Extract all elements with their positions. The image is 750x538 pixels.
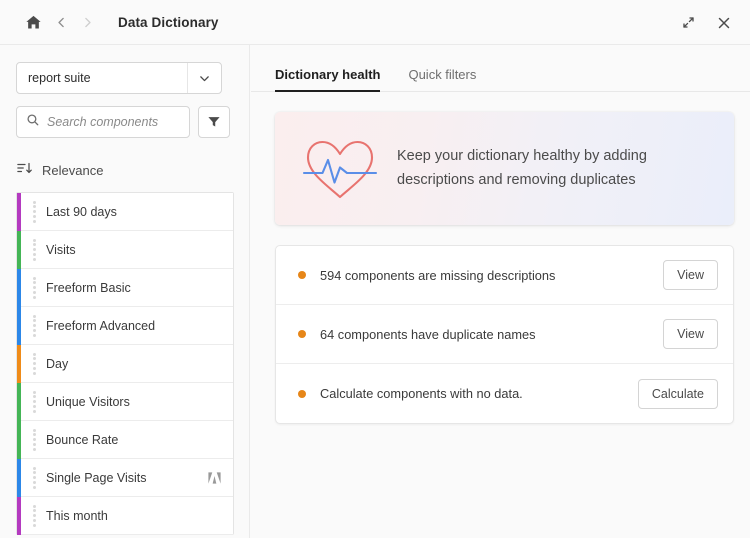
health-item-row: Calculate components with no data.Calcul…	[276, 364, 733, 423]
home-icon[interactable]	[18, 7, 48, 37]
list-item[interactable]: Freeform Basic	[17, 269, 233, 307]
list-item[interactable]: Freeform Advanced	[17, 307, 233, 345]
search-box[interactable]	[16, 106, 190, 138]
status-dot-icon	[298, 390, 306, 398]
component-color-bar	[17, 383, 21, 421]
window-controls	[674, 0, 738, 45]
drag-handle-icon[interactable]	[33, 315, 36, 337]
tab-dictionary-health[interactable]: Dictionary health	[275, 67, 380, 91]
chevron-down-icon	[187, 63, 221, 93]
component-name: Bounce Rate	[46, 433, 233, 447]
sort-label: Relevance	[42, 163, 103, 178]
report-suite-value: report suite	[17, 63, 187, 93]
health-item-row: 594 components are missing descriptionsV…	[276, 246, 733, 305]
component-color-bar	[17, 345, 21, 383]
search-input[interactable]	[40, 115, 210, 129]
drag-handle-icon[interactable]	[33, 277, 36, 299]
breadcrumb: Data Dictionary	[0, 7, 219, 37]
back-button[interactable]	[48, 7, 74, 37]
health-banner-line-2: descriptions and removing duplicates	[397, 169, 647, 192]
forward-button[interactable]	[74, 7, 100, 37]
health-banner-text: Keep your dictionary healthy by adding d…	[397, 145, 647, 192]
view-button[interactable]: View	[663, 260, 718, 290]
page-title: Data Dictionary	[118, 15, 219, 30]
calculate-button[interactable]: Calculate	[638, 379, 718, 409]
drag-handle-icon[interactable]	[33, 353, 36, 375]
list-item[interactable]: Visits	[17, 231, 233, 269]
health-item-text: Calculate components with no data.	[320, 386, 638, 401]
sort-control[interactable]: Relevance	[16, 161, 233, 180]
sidebar: report suite	[0, 45, 250, 538]
close-icon[interactable]	[710, 9, 738, 37]
health-banner: Keep your dictionary healthy by adding d…	[275, 112, 734, 225]
collapse-arrows-icon[interactable]	[674, 9, 702, 37]
component-color-bar	[17, 421, 21, 459]
status-dot-icon	[298, 330, 306, 338]
component-name: Visits	[46, 243, 233, 257]
component-name: Freeform Basic	[46, 281, 233, 295]
adobe-logo-icon	[208, 472, 221, 484]
health-banner-line-1: Keep your dictionary healthy by adding	[397, 145, 647, 168]
drag-handle-icon[interactable]	[33, 429, 36, 451]
health-item-row: 64 components have duplicate namesView	[276, 305, 733, 364]
list-item[interactable]: This month	[17, 497, 233, 535]
health-items-card: 594 components are missing descriptionsV…	[275, 245, 734, 424]
app-window: Data Dictionary report suite	[0, 0, 750, 538]
component-color-bar	[17, 497, 21, 535]
component-name: Freeform Advanced	[46, 319, 233, 333]
tab-quick-filters[interactable]: Quick filters	[408, 67, 476, 91]
component-name: Last 90 days	[46, 205, 233, 219]
component-name: Single Page Visits	[46, 471, 208, 485]
list-item[interactable]: Unique Visitors	[17, 383, 233, 421]
main-panel: Dictionary health Quick filters Keep you…	[251, 45, 750, 538]
component-color-bar	[17, 459, 21, 497]
list-item[interactable]: Single Page Visits	[17, 459, 233, 497]
heart-pulse-icon	[297, 133, 383, 205]
component-list: Last 90 days Visits Freeform Basic Freeform…	[16, 192, 234, 535]
search-row	[16, 106, 233, 138]
status-dot-icon	[298, 271, 306, 279]
component-color-bar	[17, 269, 21, 307]
title-bar: Data Dictionary	[0, 0, 750, 45]
filter-icon[interactable]	[198, 106, 230, 138]
drag-handle-icon[interactable]	[33, 505, 36, 527]
drag-handle-icon[interactable]	[33, 391, 36, 413]
component-color-bar	[17, 307, 21, 345]
report-suite-select[interactable]: report suite	[16, 62, 222, 94]
component-color-bar	[17, 231, 21, 269]
sort-descending-icon	[17, 161, 33, 180]
drag-handle-icon[interactable]	[33, 201, 36, 223]
component-name: Unique Visitors	[46, 395, 233, 409]
component-name: This month	[46, 509, 233, 523]
health-item-text: 594 components are missing descriptions	[320, 268, 663, 283]
sidebar-controls: report suite	[0, 45, 249, 180]
list-item[interactable]: Last 90 days	[17, 193, 233, 231]
component-name: Day	[46, 357, 233, 371]
search-icon	[26, 113, 40, 132]
view-button[interactable]: View	[663, 319, 718, 349]
component-color-bar	[17, 193, 21, 231]
health-item-text: 64 components have duplicate names	[320, 327, 663, 342]
list-item[interactable]: Bounce Rate	[17, 421, 233, 459]
drag-handle-icon[interactable]	[33, 467, 36, 489]
list-item[interactable]: Day	[17, 345, 233, 383]
drag-handle-icon[interactable]	[33, 239, 36, 261]
tab-bar: Dictionary health Quick filters	[251, 45, 750, 92]
